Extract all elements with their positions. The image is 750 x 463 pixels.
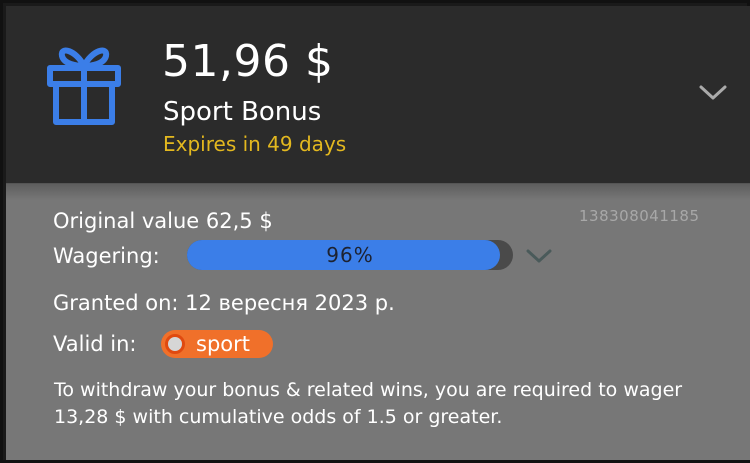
reference-id: 138308041185 <box>579 207 700 225</box>
chevron-down-icon[interactable] <box>525 246 553 266</box>
expiry-text: Expires in 49 days <box>163 132 347 156</box>
divider-shadow <box>6 184 750 200</box>
wagering-label: Wagering: <box>53 244 160 268</box>
chevron-down-icon[interactable] <box>698 82 728 102</box>
sport-tag-label: sport <box>196 332 250 356</box>
bonus-header[interactable]: 51,96 $ Sport Bonus Expires in 49 days <box>6 6 750 184</box>
valid-in-label: Valid in: <box>53 332 137 356</box>
bonus-card: 51,96 $ Sport Bonus Expires in 49 days O… <box>0 0 750 463</box>
wagering-requirements-note: To withdraw your bonus & related wins, y… <box>54 379 683 428</box>
original-value: Original value 62,5 $ <box>53 209 273 233</box>
sport-tag[interactable]: sport <box>161 330 273 358</box>
wagering-progress-bar: 96% <box>187 240 513 270</box>
bonus-name: Sport Bonus <box>163 97 322 127</box>
granted-on: Granted on: 12 вересня 2023 р. <box>53 291 395 315</box>
gift-icon <box>47 47 121 125</box>
bonus-details: Original value 62,5 $ 138308041185 Wager… <box>6 184 750 460</box>
bonus-amount: 51,96 $ <box>162 36 334 87</box>
wagering-percent: 96% <box>326 243 374 267</box>
tag-dot-icon <box>165 334 185 354</box>
